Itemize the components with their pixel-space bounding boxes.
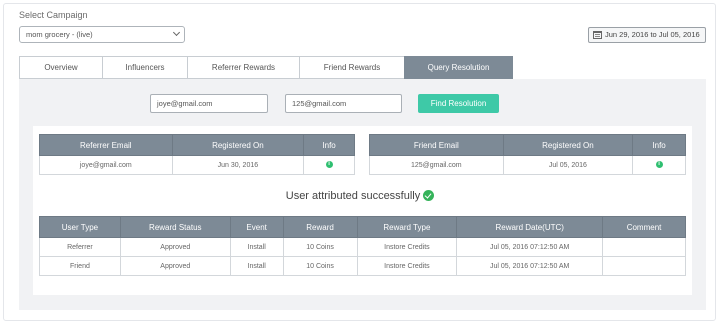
- table-row: joye@gmail.com Jun 30, 2016 i: [39, 155, 355, 175]
- column-header: Comment: [602, 216, 686, 238]
- tab-friend-rewards[interactable]: Friend Rewards: [299, 56, 404, 79]
- reward-type-cell: Instore Credits: [356, 237, 458, 257]
- table-row: Friend Approved Install 10 Coins Instore…: [39, 256, 686, 276]
- event-cell: Install: [229, 256, 284, 276]
- column-header: Registered On: [171, 134, 305, 156]
- info-icon[interactable]: i: [655, 161, 663, 169]
- table-row: Referrer Approved Install 10 Coins Insto…: [39, 237, 686, 257]
- column-header: User Type: [39, 216, 121, 238]
- friend-email-cell: 125@gmail.com: [369, 155, 504, 175]
- campaign-select[interactable]: mom grocery - (live): [19, 26, 185, 43]
- friend-email-input[interactable]: 125@gmail.com: [285, 94, 402, 113]
- friend-table: Friend Email Registered On Info 125@gmai…: [369, 134, 686, 175]
- user-type-cell: Referrer: [39, 237, 121, 257]
- column-header: Info: [303, 134, 355, 156]
- column-header: Reward Status: [119, 216, 231, 238]
- find-resolution-button[interactable]: Find Resolution: [418, 94, 499, 113]
- reward-date-cell: Jul 05, 2016 07:12:50 AM: [456, 237, 604, 257]
- column-header: Registered On: [502, 134, 634, 156]
- referrer-email-cell: joye@gmail.com: [39, 155, 173, 175]
- column-header: Friend Email: [369, 134, 504, 156]
- comment-cell: [602, 237, 686, 257]
- calendar-icon: [593, 31, 602, 39]
- comment-cell: [602, 256, 686, 276]
- user-type-cell: Friend: [39, 256, 121, 276]
- date-range-text: Jun 29, 2016 to Jul 05, 2016: [605, 30, 700, 39]
- info-cell[interactable]: i: [632, 155, 686, 175]
- column-header: Reward Type: [356, 216, 458, 238]
- tab-bar: Overview Influencers Referrer Rewards Fr…: [19, 56, 513, 79]
- campaign-select-value: mom grocery - (live): [26, 30, 93, 39]
- registered-on-cell: Jun 30, 2016: [171, 155, 305, 175]
- info-icon[interactable]: i: [325, 161, 333, 169]
- registered-on-cell: Jul 05, 2016: [502, 155, 634, 175]
- status-message-text: User attributed successfully: [285, 190, 421, 202]
- reward-status-cell: Approved: [119, 256, 231, 276]
- referrer-email-input[interactable]: joye@gmail.com: [150, 94, 268, 113]
- tab-referrer-rewards[interactable]: Referrer Rewards: [187, 56, 299, 79]
- campaign-label: Select Campaign: [19, 10, 88, 20]
- tab-influencers[interactable]: Influencers: [102, 56, 187, 79]
- referrer-table: Referrer Email Registered On Info joye@g…: [39, 134, 355, 175]
- event-cell: Install: [229, 237, 284, 257]
- tab-query-resolution[interactable]: Query Resolution: [404, 56, 513, 79]
- column-header: Referrer Email: [39, 134, 173, 156]
- check-circle-icon: [423, 190, 435, 201]
- column-header: Reward Date(UTC): [456, 216, 604, 238]
- column-header: Info: [632, 134, 686, 156]
- date-range-picker[interactable]: Jun 29, 2016 to Jul 05, 2016: [588, 27, 706, 43]
- info-cell[interactable]: i: [303, 155, 355, 175]
- reward-type-cell: Instore Credits: [356, 256, 458, 276]
- reward-cell: 10 Coins: [282, 237, 358, 257]
- chevron-down-icon: [172, 28, 181, 37]
- reward-status-cell: Approved: [119, 237, 231, 257]
- status-message: User attributed successfully: [0, 190, 720, 202]
- tab-overview[interactable]: Overview: [19, 56, 102, 79]
- rewards-table: User Type Reward Status Event Reward Rew…: [39, 216, 686, 276]
- reward-cell: 10 Coins: [282, 256, 358, 276]
- column-header: Event: [229, 216, 284, 238]
- column-header: Reward: [282, 216, 358, 238]
- reward-date-cell: Jul 05, 2016 07:12:50 AM: [456, 256, 604, 276]
- table-row: 125@gmail.com Jul 05, 2016 i: [369, 155, 686, 175]
